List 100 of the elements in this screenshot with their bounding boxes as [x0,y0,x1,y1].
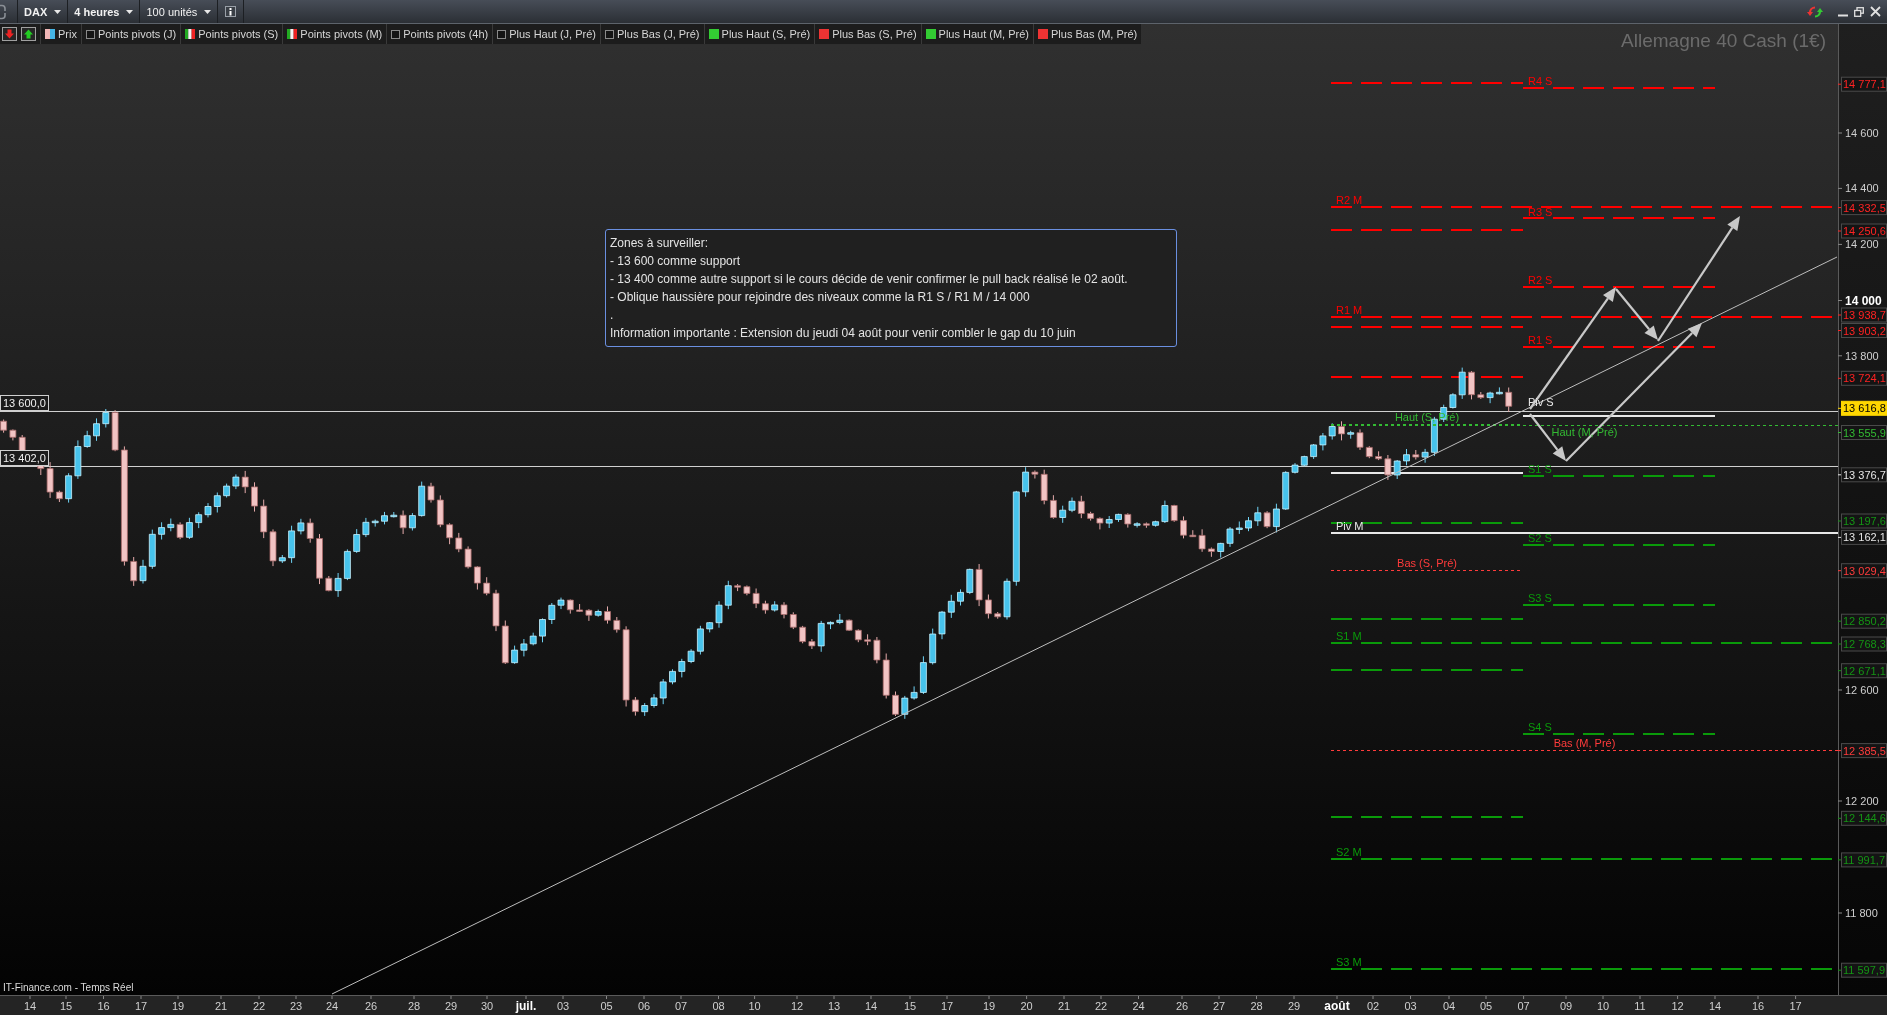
price-tag: 12 671,1 [1841,663,1887,679]
price-axis-label: 14 400 [1845,182,1879,195]
price-tag: 14 332,5 [1841,200,1887,216]
price-tag: 13 724,1 [1841,370,1887,386]
note-line: Information importante : Extension du jeudi 04 août pour venir combler le gap du 10 juin [610,325,1077,342]
symbol-dropdown[interactable]: DAX [17,0,68,23]
price-axis-label: 14 600 [1845,127,1879,139]
date-label: 09 [1559,1000,1573,1012]
date-label: 22 [1094,1000,1108,1012]
note-line: . [610,307,615,324]
price-tag: 14 777,1 [1841,76,1887,92]
date-label: 12 [1671,1000,1684,1012]
date-label: 17 [1789,1000,1802,1012]
date-label: 14 [23,1000,37,1012]
price-axis-label: 14 200 [1845,238,1879,251]
checkbox[interactable] [497,29,507,39]
date-label: 20 [1020,1000,1033,1012]
down-arrow-icon[interactable] [2,27,17,41]
date-label: 11 [1634,1000,1646,1012]
checkbox[interactable] [605,29,614,39]
date-label: 15 [59,1000,73,1012]
note-line: - Oblique haussière pour rejoindre des niveaux comme la R1 S / R1 M / 14 000 [610,289,1031,306]
date-label: 16 [1751,1000,1765,1012]
date-label: 03 [556,1000,570,1012]
date-label: 19 [171,1000,185,1012]
date-label: 21 [1057,1000,1071,1012]
caret-icon [204,9,212,14]
note-line: - 13 400 comme autre support si le cours décide de venir confirmer le pull back réalisé le 02 août. [610,271,1129,288]
level-label: R1 S [1528,333,1553,346]
date-label: 19 [982,1000,996,1012]
price-tag: 11 597,9 [1841,962,1887,978]
date-label: 07 [1517,1000,1530,1012]
level-label: S2 S [1528,531,1552,544]
level-label: S4 S [1528,720,1552,733]
price-tag: 13 616,8 [1841,400,1887,416]
level-label: R4 S [1528,75,1553,88]
refresh-icon[interactable] [1806,3,1824,20]
date-label: 27 [1212,1000,1226,1012]
price-tag: 14 250,6 [1841,223,1887,239]
date-label: 05 [600,1000,613,1012]
price-tag: 13 162,1 [1841,529,1887,545]
date-label: 13 [827,1000,841,1012]
level-label: S3 S [1528,591,1552,604]
level-label: R2 M [1336,193,1363,206]
date-label: 17 [134,1000,148,1012]
level-label: R3 S [1528,206,1553,219]
date-label: 28 [407,1000,421,1012]
price-tag: 13 376,7 [1841,467,1887,483]
checkbox[interactable] [391,29,401,39]
date-label: 29 [1287,1000,1301,1012]
date-label: 26 [1175,1000,1189,1012]
date-label: 12 [790,1000,804,1012]
quantity-dropdown[interactable]: 100 unités [139,0,218,23]
date-label: 16 [97,1000,110,1012]
date-label: 07 [674,1000,688,1012]
date-label: 03 [1404,1000,1417,1012]
price-axis-label: 11 800 [1845,907,1878,919]
date-label: 21 [214,1000,228,1012]
price-tag: 13 555,9 [1841,425,1887,440]
note-line: Zones à surveiller: [610,235,710,252]
timeframe-dropdown[interactable]: 4 heures [67,0,140,23]
level-label: Bas (M, Pré) [1553,737,1616,750]
info-icon[interactable] [225,6,237,17]
price-tag: 13 197,6 [1841,513,1887,529]
price-tag: 13 029,4 [1841,563,1887,579]
date-label: 08 [712,1000,725,1012]
price-label: 13 402,0 [0,450,49,466]
price-tag: 13 903,2 [1841,323,1887,338]
date-label: 24 [325,1000,339,1012]
level-label: S2 M [1336,845,1362,858]
date-label: juil. [515,999,537,1013]
level-label: Bas (S, Pré) [1397,557,1457,570]
price-axis-label: 14 000 [1845,293,1882,308]
price-tag: 12 768,3 [1841,636,1887,652]
close-icon[interactable] [1870,6,1881,17]
restore-icon[interactable] [1854,6,1864,17]
level-label: R2 S [1528,273,1553,286]
price-tag: 11 991,7 [1841,852,1887,868]
up-arrow-icon[interactable] [21,27,36,41]
date-label: 05 [1479,1000,1493,1012]
source-label: IT-Finance.com - Temps Réel [3,982,134,993]
caret-icon [126,9,134,14]
date-label: 10 [1596,1000,1610,1012]
price-axis-label: 12 600 [1845,684,1879,696]
date-label: 06 [637,1000,651,1012]
level-label: S3 M [1336,955,1362,968]
level-label: R1 M [1336,303,1363,316]
date-label: 04 [1442,1000,1456,1012]
date-label: 17 [940,1000,954,1012]
date-label: août [1324,999,1350,1013]
date-label: 22 [252,1000,266,1012]
date-label: 28 [1250,1000,1263,1012]
link-icon[interactable] [0,3,8,20]
price-axis-label: 12 200 [1845,795,1879,807]
checkbox[interactable] [85,29,95,39]
date-label: 26 [364,1000,378,1012]
price-tag: 12 144,6 [1841,810,1887,826]
price-tag: 12 385,5 [1841,743,1887,759]
date-label: 30 [480,1000,494,1012]
date-label: 23 [289,1000,303,1012]
